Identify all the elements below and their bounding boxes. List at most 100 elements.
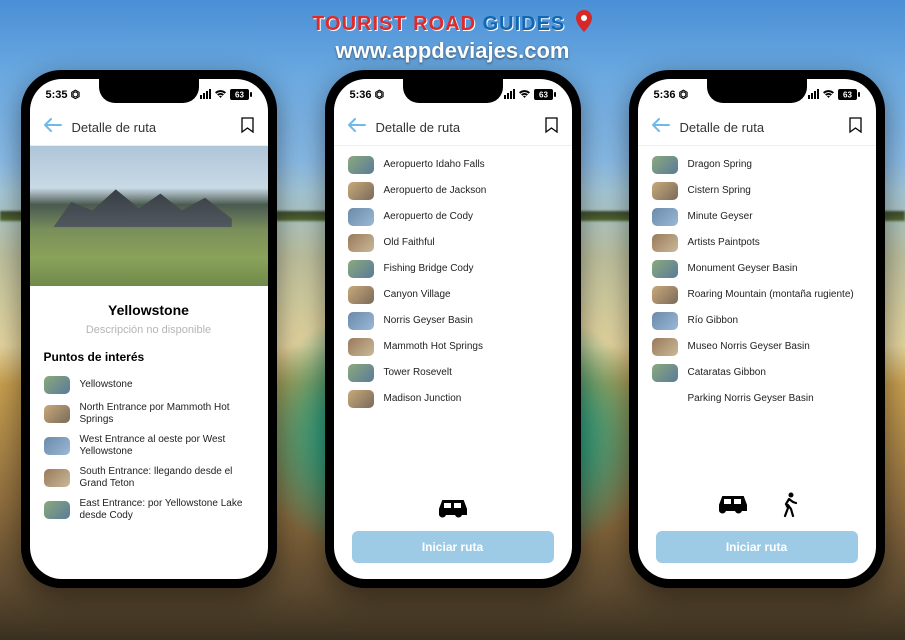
list-item[interactable]: Cataratas Gibbon: [652, 360, 862, 386]
start-route-button[interactable]: Iniciar ruta: [656, 531, 858, 563]
brand-word-1: TOURIST ROAD: [312, 13, 476, 35]
list-item[interactable]: Museo Norris Geyser Basin: [652, 334, 862, 360]
bookmark-icon[interactable]: [545, 117, 558, 138]
poi-label: West Entrance al oeste por West Yellowst…: [80, 434, 254, 458]
list-item[interactable]: North Entrance por Mammoth Hot Springs: [44, 398, 254, 430]
poi-thumbnail: [348, 312, 374, 330]
poi-thumbnail: [652, 364, 678, 382]
back-button[interactable]: [652, 118, 670, 137]
list-item[interactable]: Fishing Bridge Cody: [348, 256, 558, 282]
list-item[interactable]: Yellowstone: [44, 372, 254, 398]
page-title: Detalle de ruta: [680, 120, 839, 135]
list-item[interactable]: South Entrance: llegando desde el Grand …: [44, 462, 254, 494]
poi-thumbnail: [348, 390, 374, 408]
route-name: Yellowstone: [30, 302, 268, 318]
poi-list[interactable]: Yellowstone North Entrance por Mammoth Ho…: [30, 370, 268, 579]
poi-thumbnail: [44, 405, 70, 423]
car-icon[interactable]: [716, 492, 750, 523]
app-bar: Detalle de ruta: [638, 109, 876, 146]
poi-thumbnail: [652, 208, 678, 226]
list-item[interactable]: Río Gibbon: [652, 308, 862, 334]
poi-label: Mammoth Hot Springs: [384, 341, 483, 353]
list-item[interactable]: East Entrance: por Yellowstone Lake desd…: [44, 494, 254, 526]
poi-label: Artists Paintpots: [688, 237, 760, 249]
poi-thumbnail: [348, 286, 374, 304]
brand-word-2: GUIDES: [483, 13, 566, 35]
poi-list[interactable]: Dragon Spring Cistern Spring Minute Geyser…: [638, 146, 876, 484]
car-icon[interactable]: [436, 496, 470, 523]
phone-mockup-2: 5:36 ⏣ 63 Detalle de ruta Aeropuerto Ida…: [325, 70, 581, 588]
map-pin-icon: [575, 10, 593, 38]
list-item[interactable]: West Entrance al oeste por West Yellowst…: [44, 430, 254, 462]
svg-text:63: 63: [539, 90, 548, 99]
start-route-button[interactable]: Iniciar ruta: [352, 531, 554, 563]
poi-thumbnail: [348, 182, 374, 200]
list-item[interactable]: Minute Geyser: [652, 204, 862, 230]
signal-icon: [504, 89, 515, 99]
list-item[interactable]: Mammoth Hot Springs: [348, 334, 558, 360]
bookmark-icon[interactable]: [241, 117, 254, 138]
phone-mockup-1: 5:35 ⏣ 63 Detalle de ruta Yellowstone De…: [21, 70, 277, 588]
transport-modes: [352, 496, 554, 523]
poi-thumbnail: [348, 260, 374, 278]
poi-label: Minute Geyser: [688, 211, 753, 223]
poi-thumbnail: [44, 376, 70, 394]
poi-thumbnail: [652, 286, 678, 304]
poi-label: East Entrance: por Yellowstone Lake desd…: [80, 498, 254, 522]
transport-modes: [656, 492, 858, 523]
back-button[interactable]: [44, 118, 62, 137]
svg-text:63: 63: [843, 90, 852, 99]
list-item[interactable]: Monument Geyser Basin: [652, 256, 862, 282]
phone-notch: [707, 79, 807, 103]
bookmark-icon[interactable]: [849, 117, 862, 138]
page-title: Detalle de ruta: [376, 120, 535, 135]
poi-thumbnail: [348, 156, 374, 174]
list-item[interactable]: Norris Geyser Basin: [348, 308, 558, 334]
status-time: 5:36 ⏣: [350, 88, 385, 101]
status-time: 5:35 ⏣: [46, 88, 81, 101]
list-item[interactable]: Aeropuerto de Cody: [348, 204, 558, 230]
poi-thumbnail: [652, 260, 678, 278]
poi-label: Yellowstone: [80, 379, 133, 391]
list-item[interactable]: Aeropuerto de Jackson: [348, 178, 558, 204]
poi-label: Parking Norris Geyser Basin: [688, 393, 814, 405]
poi-thumbnail: [348, 364, 374, 382]
poi-label: Aeropuerto Idaho Falls: [384, 159, 485, 171]
phone-mockup-3: 5:36 ⏣ 63 Detalle de ruta Dragon SpringC…: [629, 70, 885, 588]
list-item[interactable]: Madison Junction: [348, 386, 558, 412]
page-title: Detalle de ruta: [72, 120, 231, 135]
poi-label: South Entrance: llegando desde el Grand …: [80, 466, 254, 490]
list-item[interactable]: Old Faithful: [348, 230, 558, 256]
poi-label: Fishing Bridge Cody: [384, 263, 474, 275]
battery-icon: 63: [230, 89, 252, 100]
poi-label: Cataratas Gibbon: [688, 367, 766, 379]
poi-thumbnail: [652, 312, 678, 330]
poi-thumbnail: [348, 234, 374, 252]
list-item[interactable]: Artists Paintpots: [652, 230, 862, 256]
poi-thumbnail: [44, 501, 70, 519]
list-item[interactable]: Dragon Spring: [652, 152, 862, 178]
poi-thumbnail: [652, 390, 678, 408]
phone-notch: [99, 79, 199, 103]
route-hero-image: [30, 146, 268, 286]
list-item[interactable]: Canyon Village: [348, 282, 558, 308]
poi-label: Aeropuerto de Cody: [384, 211, 474, 223]
phone-notch: [403, 79, 503, 103]
list-item[interactable]: Cistern Spring: [652, 178, 862, 204]
walk-icon[interactable]: [780, 492, 798, 523]
list-item[interactable]: Parking Norris Geyser Basin: [652, 386, 862, 412]
poi-label: North Entrance por Mammoth Hot Springs: [80, 402, 254, 426]
poi-thumbnail: [348, 338, 374, 356]
signal-icon: [200, 89, 211, 99]
poi-thumbnail: [652, 338, 678, 356]
list-item[interactable]: Tower Rosevelt: [348, 360, 558, 386]
poi-list[interactable]: Aeropuerto Idaho Falls Aeropuerto de Jack…: [334, 146, 572, 488]
list-item[interactable]: Aeropuerto Idaho Falls: [348, 152, 558, 178]
battery-icon: 63: [838, 89, 860, 100]
poi-label: Monument Geyser Basin: [688, 263, 798, 275]
poi-label: Norris Geyser Basin: [384, 315, 473, 327]
list-item[interactable]: Roaring Mountain (montaña rugiente): [652, 282, 862, 308]
back-button[interactable]: [348, 118, 366, 137]
poi-label: Dragon Spring: [688, 159, 752, 171]
svg-text:63: 63: [235, 90, 244, 99]
